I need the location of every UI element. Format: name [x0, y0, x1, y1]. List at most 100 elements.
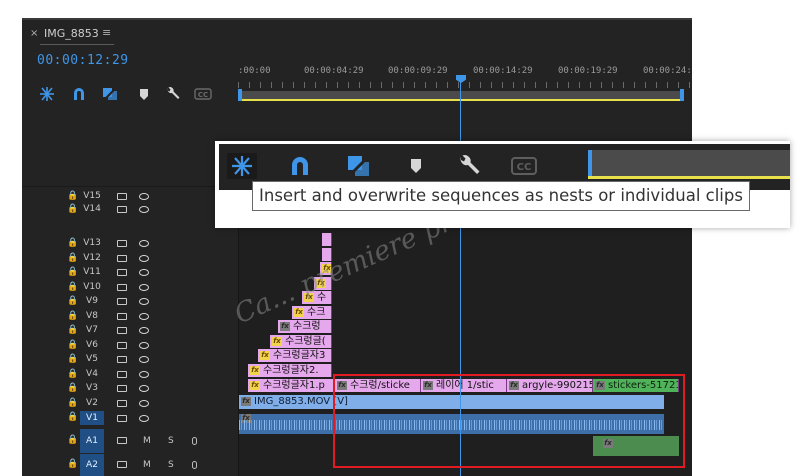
lock-icon[interactable]: 🔒 [67, 398, 78, 408]
sync-lock-icon[interactable] [117, 327, 127, 334]
timeline-clip[interactable] [322, 233, 332, 246]
timeline-settings-wrench-icon[interactable] [454, 153, 484, 179]
mute-button[interactable]: M [143, 460, 151, 470]
lock-icon[interactable]: 🔒 [67, 282, 78, 292]
voiceover-mic-icon[interactable] [192, 461, 197, 469]
snap-magnet-icon[interactable] [71, 87, 87, 101]
track-name[interactable]: V14 [80, 204, 104, 217]
track-name[interactable]: V8 [80, 311, 104, 324]
sync-lock-icon[interactable] [117, 269, 127, 276]
solo-button[interactable]: S [168, 460, 174, 470]
track-header-v12[interactable]: 🔒 V12 [22, 252, 238, 265]
lock-icon[interactable]: 🔒 [67, 340, 78, 350]
track-name[interactable]: V2 [80, 398, 104, 411]
track-name[interactable]: V10 [80, 282, 104, 295]
eye-icon[interactable] [139, 385, 149, 392]
lock-icon[interactable]: 🔒 [67, 354, 78, 364]
track-name[interactable]: V11 [80, 267, 104, 280]
eye-icon[interactable] [139, 371, 149, 378]
sync-lock-icon[interactable] [117, 298, 127, 305]
lock-icon[interactable]: 🔒 [67, 412, 78, 422]
track-name[interactable]: V13 [80, 238, 104, 251]
lock-icon[interactable]: 🔒 [67, 238, 78, 248]
eye-icon[interactable] [139, 193, 149, 200]
sync-lock-icon[interactable] [117, 400, 127, 407]
track-header-v10[interactable]: 🔒 V10 [22, 281, 238, 294]
lock-icon[interactable]: 🔒 [67, 325, 78, 335]
timeline-clip[interactable]: fx 수크렁글자3 [258, 349, 332, 362]
work-area-end-handle[interactable] [680, 89, 684, 101]
lock-icon[interactable]: 🔒 [67, 267, 78, 277]
track-name[interactable]: V9 [80, 296, 104, 309]
lock-icon[interactable]: 🔒 [67, 369, 78, 379]
lock-icon[interactable]: 🔒 [67, 253, 78, 263]
sync-lock-icon[interactable] [117, 240, 127, 247]
eye-icon[interactable] [139, 342, 149, 349]
sync-lock-icon[interactable] [117, 206, 127, 213]
track-header-v7[interactable]: 🔒 V7 [22, 324, 238, 337]
track-header-v8[interactable]: 🔒 V8 [22, 310, 238, 323]
mute-button[interactable]: M [143, 436, 151, 446]
linked-selection-icon[interactable] [343, 153, 373, 179]
track-header-a2[interactable]: 🔒 A2 M S [22, 454, 238, 476]
track-header-v15[interactable]: 🔒 V15 [22, 190, 238, 203]
work-area-bar[interactable] [238, 91, 684, 101]
track-name[interactable]: V12 [80, 253, 104, 266]
eye-icon[interactable] [139, 356, 149, 363]
sync-lock-icon[interactable] [117, 385, 127, 392]
snap-magnet-icon[interactable] [285, 153, 315, 179]
solo-button[interactable]: S [168, 436, 174, 446]
eye-icon[interactable] [139, 269, 149, 276]
add-marker-icon[interactable] [401, 153, 431, 179]
sync-lock-icon[interactable] [117, 415, 127, 422]
linked-selection-icon[interactable] [102, 87, 118, 101]
insert-overwrite-nest-toggle-icon[interactable] [227, 153, 257, 179]
timeline-clip[interactable]: fx 수크 [292, 306, 332, 319]
track-name[interactable]: A2 [80, 454, 104, 476]
sync-lock-icon[interactable] [117, 437, 127, 444]
lock-icon[interactable]: 🔒 [67, 383, 78, 393]
track-name[interactable]: V4 [80, 369, 104, 382]
track-header-v9[interactable]: 🔒 V9 [22, 295, 238, 308]
insert-overwrite-nest-toggle-icon[interactable] [39, 87, 55, 101]
sync-lock-icon[interactable] [117, 371, 127, 378]
track-header-v1[interactable]: 🔒 V1 [22, 411, 238, 425]
timeline-clip[interactable]: fx 수크렁글자2. [248, 364, 332, 377]
track-name[interactable]: V3 [80, 383, 104, 396]
add-marker-icon[interactable] [136, 87, 152, 101]
playhead-timecode[interactable]: 00:00:12:29 [37, 53, 129, 68]
lock-icon[interactable]: 🔒 [67, 311, 78, 321]
track-header-v14[interactable]: 🔒 V14 [22, 203, 238, 216]
eye-icon[interactable] [139, 298, 149, 305]
timeline-settings-wrench-icon[interactable] [165, 87, 181, 101]
eye-icon[interactable] [139, 313, 149, 320]
track-name[interactable]: V5 [80, 354, 104, 367]
panel-menu-icon[interactable]: ≡ [102, 26, 111, 39]
track-header-v13[interactable]: 🔒 V13 [22, 237, 238, 250]
track-header-v11[interactable]: 🔒 V11 [22, 266, 238, 279]
track-name[interactable]: A1 [80, 429, 104, 453]
sync-lock-icon[interactable] [117, 255, 127, 262]
track-name[interactable]: V1 [80, 411, 104, 425]
track-header-a1[interactable]: 🔒 A1 M S [22, 429, 238, 453]
track-header-v6[interactable]: 🔒 V6 [22, 339, 238, 352]
sync-lock-icon[interactable] [117, 284, 127, 291]
eye-icon[interactable] [139, 400, 149, 407]
captions-cc-icon[interactable]: CC [509, 153, 539, 179]
track-header-v2[interactable]: 🔒 V2 [22, 397, 238, 410]
track-header-v3[interactable]: 🔒 V3 [22, 382, 238, 395]
sync-lock-icon[interactable] [117, 461, 127, 468]
track-name[interactable]: V6 [80, 340, 104, 353]
lock-icon[interactable]: 🔒 [67, 204, 78, 214]
track-header-v4[interactable]: 🔒 V4 [22, 368, 238, 381]
lock-icon[interactable]: 🔒 [67, 296, 78, 306]
timeline-clip[interactable]: fx 수크렁글자1.p [248, 379, 335, 392]
eye-icon[interactable] [139, 327, 149, 334]
eye-icon[interactable] [139, 284, 149, 291]
timeline-clip[interactable]: fx 수크렁 [278, 320, 332, 333]
captions-cc-icon[interactable]: CC [194, 87, 212, 101]
track-header-v5[interactable]: 🔒 V5 [22, 353, 238, 366]
eye-icon[interactable] [139, 415, 149, 422]
eye-icon[interactable] [139, 255, 149, 262]
close-tab-icon[interactable]: × [30, 28, 38, 39]
